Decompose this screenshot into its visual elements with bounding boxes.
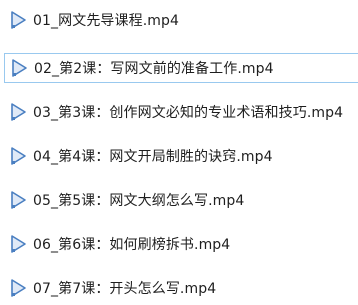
file-item[interactable]: 01_网文先导课程.mp4 xyxy=(4,5,358,35)
file-name: 07_第7课：开头怎么写.mp4 xyxy=(33,281,217,297)
file-item[interactable]: 04_第4课：网文开局制胜的诀窍.mp4 xyxy=(4,141,358,171)
file-name: 05_第5课：网文大纲怎么写.mp4 xyxy=(33,193,245,209)
file-item[interactable]: 06_第6课：如何刷榜拆书.mp4 xyxy=(4,229,358,259)
file-name: 06_第6课：如何刷榜拆书.mp4 xyxy=(33,237,231,253)
file-name: 01_网文先导课程.mp4 xyxy=(33,13,179,29)
file-name: 02_第2课：写网文前的准备工作.mp4 xyxy=(34,61,274,77)
video-file-icon xyxy=(9,102,29,122)
file-name: 03_第3课：创作网文必知的专业术语和技巧.mp4 xyxy=(33,105,344,121)
video-file-icon xyxy=(9,146,29,166)
file-list: 01_网文先导课程.mp4 02_第2课：写网文前的准备工作.mp4 03_第3… xyxy=(0,0,358,305)
video-file-icon xyxy=(9,190,29,210)
file-name: 04_第4课：网文开局制胜的诀窍.mp4 xyxy=(33,149,273,165)
video-file-icon xyxy=(10,58,30,78)
file-item[interactable]: 07_第7课：开头怎么写.mp4 xyxy=(4,273,358,303)
file-item[interactable]: 03_第3课：创作网文必知的专业术语和技巧.mp4 xyxy=(4,97,358,127)
video-file-icon xyxy=(9,234,29,254)
file-item[interactable]: 05_第5课：网文大纲怎么写.mp4 xyxy=(4,185,358,215)
file-item-selected[interactable]: 02_第2课：写网文前的准备工作.mp4 xyxy=(4,53,358,83)
video-file-icon xyxy=(9,278,29,298)
video-file-icon xyxy=(9,10,29,30)
